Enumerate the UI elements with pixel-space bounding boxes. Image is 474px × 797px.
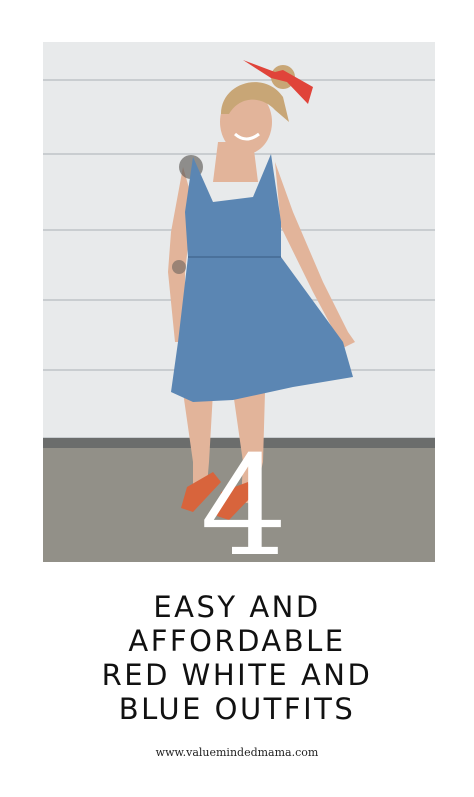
headline-line-1: EASY AND xyxy=(153,590,321,624)
outfit-count-number: 4 xyxy=(200,426,288,587)
website-url[interactable]: www.valuemindedmama.com xyxy=(0,746,474,759)
headline-line-2: AFFORDABLE xyxy=(128,624,346,658)
arm-tattoo xyxy=(172,260,186,274)
headline: EASY AND AFFORDABLE RED WHITE AND BLUE O… xyxy=(0,590,474,726)
headline-line-3: RED WHITE AND xyxy=(101,658,373,692)
headline-line-4: BLUE OUTFITS xyxy=(118,692,356,726)
